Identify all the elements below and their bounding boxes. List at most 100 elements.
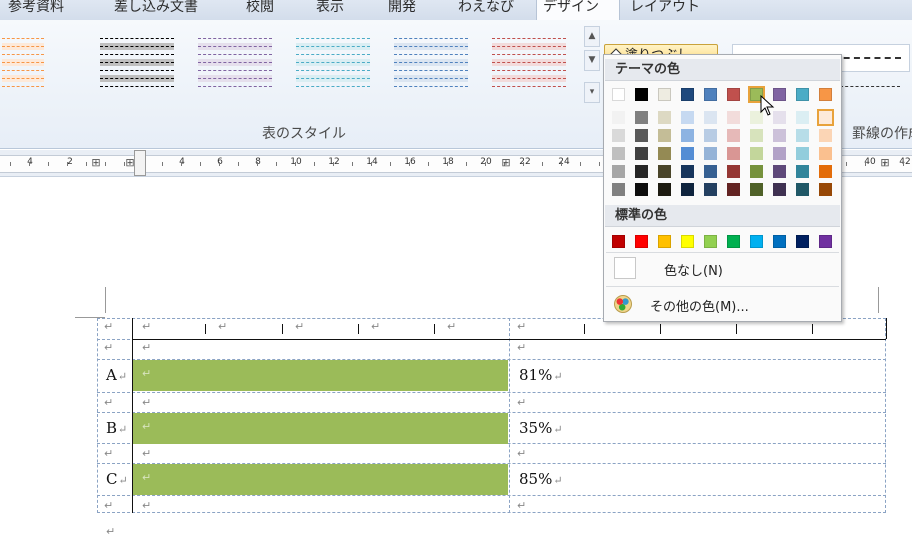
- theme-shade-swatch[interactable]: [681, 111, 694, 124]
- theme-shade-swatch[interactable]: [704, 147, 717, 160]
- theme-shade-swatch[interactable]: [704, 183, 717, 196]
- theme-shade-swatch[interactable]: [727, 147, 740, 160]
- theme-shade-swatch[interactable]: [681, 165, 694, 178]
- theme-shade-swatch[interactable]: [796, 183, 809, 196]
- theme-shade-swatch[interactable]: [635, 183, 648, 196]
- theme-shade-swatch[interactable]: [704, 111, 717, 124]
- theme-color-swatch[interactable]: [704, 88, 717, 101]
- theme-color-swatch[interactable]: [727, 88, 740, 101]
- ruler-column-marker[interactable]: ⊞: [501, 156, 510, 169]
- standard-color-swatch[interactable]: [704, 235, 717, 248]
- tab-review[interactable]: 校閲: [240, 0, 280, 18]
- tab-mailings[interactable]: 差し込み文書: [108, 0, 204, 18]
- theme-color-swatch[interactable]: [612, 88, 625, 101]
- theme-shade-swatch[interactable]: [819, 147, 832, 160]
- theme-shade-swatch[interactable]: [612, 147, 625, 160]
- theme-shade-swatch[interactable]: [796, 147, 809, 160]
- gallery-scroll-down-button[interactable]: ▼: [584, 50, 600, 71]
- theme-shade-swatch[interactable]: [727, 183, 740, 196]
- theme-shade-swatch[interactable]: [819, 183, 832, 196]
- tab-developer[interactable]: 開発: [382, 0, 422, 18]
- standard-color-swatch[interactable]: [635, 235, 648, 248]
- theme-shade-swatch[interactable]: [635, 111, 648, 124]
- theme-shade-swatch[interactable]: [773, 183, 786, 196]
- theme-color-swatch[interactable]: [635, 88, 648, 101]
- scale-tick: [358, 324, 359, 334]
- theme-shade-swatch[interactable]: [681, 183, 694, 196]
- theme-color-swatch[interactable]: [658, 88, 671, 101]
- theme-shade-swatch[interactable]: [819, 129, 832, 142]
- theme-shade-swatch[interactable]: [635, 165, 648, 178]
- theme-shade-swatch[interactable]: [658, 129, 671, 142]
- table-style-thumbnail[interactable]: [294, 36, 372, 94]
- table-style-thumbnail[interactable]: [392, 36, 470, 94]
- standard-color-swatch[interactable]: [612, 235, 625, 248]
- theme-shade-swatch[interactable]: [796, 129, 809, 142]
- table-style-thumbnail[interactable]: [98, 36, 176, 94]
- gallery-more-button[interactable]: ▾: [584, 82, 600, 103]
- theme-color-swatch[interactable]: [681, 88, 694, 101]
- theme-shade-swatch[interactable]: [750, 147, 763, 160]
- paragraph-mark: ↵: [553, 423, 563, 436]
- theme-shade-swatch[interactable]: [658, 111, 671, 124]
- theme-shade-swatch[interactable]: [658, 183, 671, 196]
- theme-shade-swatch[interactable]: [727, 165, 740, 178]
- ruler-column-marker[interactable]: ⊞: [91, 156, 100, 169]
- theme-shade-swatch[interactable]: [750, 165, 763, 178]
- paragraph-mark: ↵: [142, 320, 152, 333]
- value-bar[interactable]: ↵: [133, 360, 508, 391]
- table-style-thumbnail[interactable]: [0, 36, 46, 94]
- theme-shade-swatch[interactable]: [727, 111, 740, 124]
- ruler-column-marker[interactable]: ⊞: [880, 156, 889, 169]
- standard-color-swatch[interactable]: [681, 235, 694, 248]
- theme-shade-swatch[interactable]: [796, 165, 809, 178]
- theme-color-swatch[interactable]: [796, 88, 809, 101]
- standard-color-swatch[interactable]: [796, 235, 809, 248]
- palette-icon: [614, 295, 632, 313]
- theme-shade-swatch[interactable]: [704, 129, 717, 142]
- theme-shade-swatch[interactable]: [635, 129, 648, 142]
- tab-view[interactable]: 表示: [310, 0, 350, 18]
- theme-color-swatch[interactable]: [819, 88, 832, 101]
- theme-shade-swatch[interactable]: [635, 147, 648, 160]
- tab-design[interactable]: デザイン: [536, 0, 620, 20]
- style-line: [100, 78, 174, 79]
- theme-shade-swatch[interactable]: [612, 165, 625, 178]
- tab-references[interactable]: 参考資料: [2, 0, 70, 18]
- theme-shade-swatch[interactable]: [612, 183, 625, 196]
- style-line: [198, 54, 272, 55]
- theme-shade-swatch[interactable]: [773, 129, 786, 142]
- theme-shade-swatch[interactable]: [704, 165, 717, 178]
- standard-color-swatch[interactable]: [658, 235, 671, 248]
- theme-shade-swatch[interactable]: [750, 129, 763, 142]
- value-bar[interactable]: ↵: [133, 413, 508, 444]
- ruler-indent-marker[interactable]: [134, 150, 146, 176]
- theme-shade-swatch[interactable]: [773, 147, 786, 160]
- ruler-tick: [485, 162, 486, 166]
- theme-shade-swatch[interactable]: [681, 147, 694, 160]
- no-color-menu-item[interactable]: 色なし(N): [664, 260, 723, 279]
- theme-shade-swatch[interactable]: [796, 111, 809, 124]
- standard-color-swatch[interactable]: [750, 235, 763, 248]
- gallery-scroll-up-button[interactable]: ▲: [584, 26, 600, 47]
- standard-color-swatch[interactable]: [773, 235, 786, 248]
- theme-shade-swatch[interactable]: [727, 129, 740, 142]
- tab-waenabi[interactable]: わえなび: [452, 0, 520, 18]
- theme-shade-swatch[interactable]: [658, 147, 671, 160]
- value-bar[interactable]: ↵: [133, 464, 508, 495]
- theme-shade-swatch[interactable]: [681, 129, 694, 142]
- tab-layout[interactable]: レイアウト: [624, 0, 706, 18]
- theme-shade-swatch[interactable]: [612, 129, 625, 142]
- standard-color-swatch[interactable]: [727, 235, 740, 248]
- table-style-thumbnail[interactable]: [196, 36, 274, 94]
- theme-shade-swatch[interactable]: [750, 183, 763, 196]
- theme-shade-swatch[interactable]: [773, 165, 786, 178]
- style-line: [2, 38, 44, 39]
- pen-weight-preview[interactable]: [840, 86, 900, 87]
- theme-shade-swatch[interactable]: [819, 165, 832, 178]
- standard-color-swatch[interactable]: [819, 235, 832, 248]
- more-colors-menu-item[interactable]: その他の色(M)...: [650, 296, 749, 315]
- theme-shade-swatch[interactable]: [612, 111, 625, 124]
- theme-shade-swatch[interactable]: [658, 165, 671, 178]
- table-style-thumbnail[interactable]: [490, 36, 568, 94]
